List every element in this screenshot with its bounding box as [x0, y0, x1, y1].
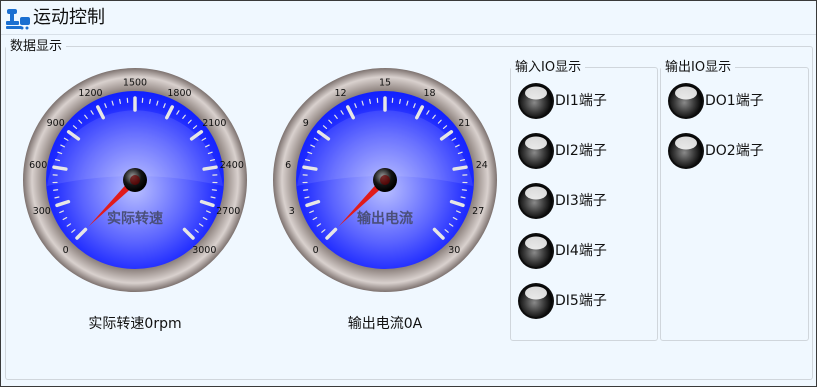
output-io-item-2: DO2端子	[667, 132, 807, 172]
motion-control-icon	[6, 9, 30, 30]
gauge-center-label: 输出电流	[357, 210, 413, 227]
gauge-minor-tick	[119, 98, 121, 104]
led-indicator-icon	[518, 183, 554, 219]
gauge-tick-label: 900	[47, 118, 65, 129]
gauge-tick-label: 1800	[167, 88, 191, 99]
title-divider	[1, 34, 816, 35]
output-io-item-label: DO1端子	[705, 93, 764, 109]
gauge-tick-label: 0	[63, 245, 69, 256]
gauge-minor-tick	[399, 98, 401, 104]
gauge-tick-label: 1500	[123, 78, 147, 89]
gauge-tick-label: 600	[29, 160, 47, 171]
gauge-minor-tick	[303, 189, 309, 191]
gauge-tick-label: 12	[334, 88, 346, 99]
output-io-title: 输出IO显示	[665, 60, 732, 75]
title-bar: 运动控制	[1, 1, 816, 34]
output-io-item-label: DO2端子	[705, 143, 764, 159]
gauge-tick-label: 27	[472, 206, 484, 217]
led-indicator-icon	[518, 83, 554, 119]
gauge-major-tick	[452, 165, 468, 171]
input-io-item-label: DI2端子	[555, 143, 607, 159]
input-io-item-label: DI4端子	[555, 243, 607, 259]
gauge-minor-tick	[369, 98, 371, 104]
gauge-tick-label: 9	[303, 118, 309, 129]
input-io-item-label: DI3端子	[555, 193, 607, 209]
input-io-item-1: DI1端子	[517, 82, 657, 122]
input-io-item-label: DI1端子	[555, 93, 607, 109]
gauge-tick-label: 30	[448, 245, 460, 256]
led-indicator-icon	[518, 283, 554, 319]
gauge-minor-tick	[304, 196, 310, 199]
gauge-tick-label: 0	[313, 245, 319, 256]
current-caption: 输出电流0A	[347, 316, 423, 332]
gauge-major-tick	[202, 165, 218, 171]
led-indicator-icon	[668, 133, 704, 169]
output-io-item-1: DO1端子	[667, 82, 807, 122]
data-display-title: 数据显示	[10, 39, 63, 54]
input-io-item-3: DI3端子	[517, 182, 657, 222]
input-io-item-2: DI2端子	[517, 132, 657, 172]
led-indicator-icon	[668, 83, 704, 119]
input-io-item-5: DI5端子	[517, 282, 657, 322]
gauge-major-tick	[52, 165, 68, 171]
speed-gauge: 0 300 600 900 1200 1500 1800 2100 2400 2700 3000 实际…	[23, 68, 247, 292]
gauge-tick-label: 300	[33, 206, 51, 217]
gauge-tick-label: 1200	[78, 88, 102, 99]
gauge-center-label: 实际转速	[107, 210, 163, 227]
speed-caption: 实际转速0rpm	[88, 316, 182, 332]
gauge-tick-label: 18	[423, 88, 435, 99]
gauge-tick-label: 15	[379, 78, 391, 89]
input-io-title: 输入IO显示	[515, 60, 582, 75]
gauge-tick-label: 6	[285, 160, 291, 171]
led-indicator-icon	[518, 133, 554, 169]
gauge-tick-label: 3	[289, 206, 295, 217]
input-io-item-label: DI5端子	[555, 293, 607, 309]
gauge-tick-label: 2400	[220, 160, 244, 171]
gauge-hub-center	[130, 175, 140, 185]
gauge-tick-label: 3000	[192, 245, 216, 256]
gauge-minor-tick	[149, 98, 151, 104]
gauge-major-tick	[302, 165, 318, 171]
gauge-tick-label: 2700	[216, 206, 240, 217]
gauge-minor-tick	[211, 189, 217, 191]
gauge-tick-label: 2100	[202, 118, 226, 129]
window-title: 运动控制	[33, 7, 105, 28]
gauge-minor-tick	[210, 196, 216, 199]
gauge-hub-center	[380, 175, 390, 185]
gauge-minor-tick	[461, 189, 467, 191]
led-indicator-icon	[518, 233, 554, 269]
gauge-minor-tick	[54, 196, 60, 199]
current-gauge: 0 3 6 9 12 15 18 21 24 27 30 输出电流	[273, 68, 497, 292]
input-io-item-4: DI4端子	[517, 232, 657, 272]
gauge-minor-tick	[460, 196, 466, 199]
gauge-tick-label: 24	[476, 160, 488, 171]
gauge-tick-label: 21	[458, 118, 470, 129]
app-window: 运动控制 数据显示 0 300 600 900 1200 1500 1800 2100 2400…	[0, 0, 817, 387]
gauge-minor-tick	[53, 189, 59, 191]
